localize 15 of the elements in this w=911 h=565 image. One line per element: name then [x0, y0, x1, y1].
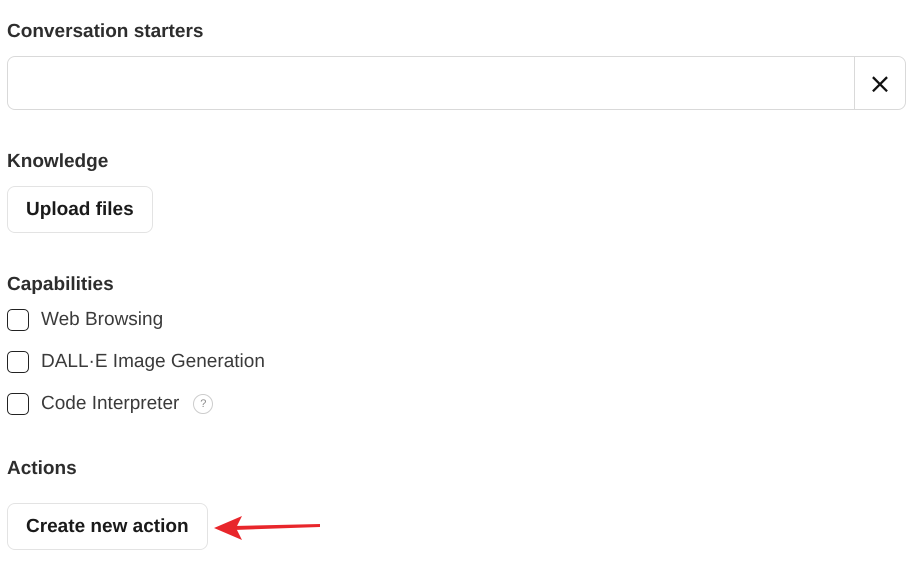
- help-icon[interactable]: ?: [193, 394, 214, 414]
- checkbox[interactable]: [7, 351, 29, 373]
- section-label: Actions: [7, 457, 78, 481]
- section-label: Capabilities: [7, 273, 115, 297]
- section-label: Conversation starters: [7, 20, 204, 44]
- clear-button[interactable]: ×: [854, 56, 906, 110]
- capability-label: DALL·E Image Generation: [41, 351, 265, 373]
- capability-label: Code Interpreter: [41, 393, 180, 415]
- conversation-starter-field[interactable]: [7, 56, 854, 110]
- checkbox[interactable]: [7, 309, 29, 331]
- capability-label: Web Browsing: [41, 309, 164, 331]
- create-action-button[interactable]: Create new action: [7, 503, 208, 550]
- section-label: Knowledge: [7, 150, 110, 174]
- checkbox[interactable]: [7, 393, 29, 415]
- upload-files-button[interactable]: Upload files: [7, 186, 153, 233]
